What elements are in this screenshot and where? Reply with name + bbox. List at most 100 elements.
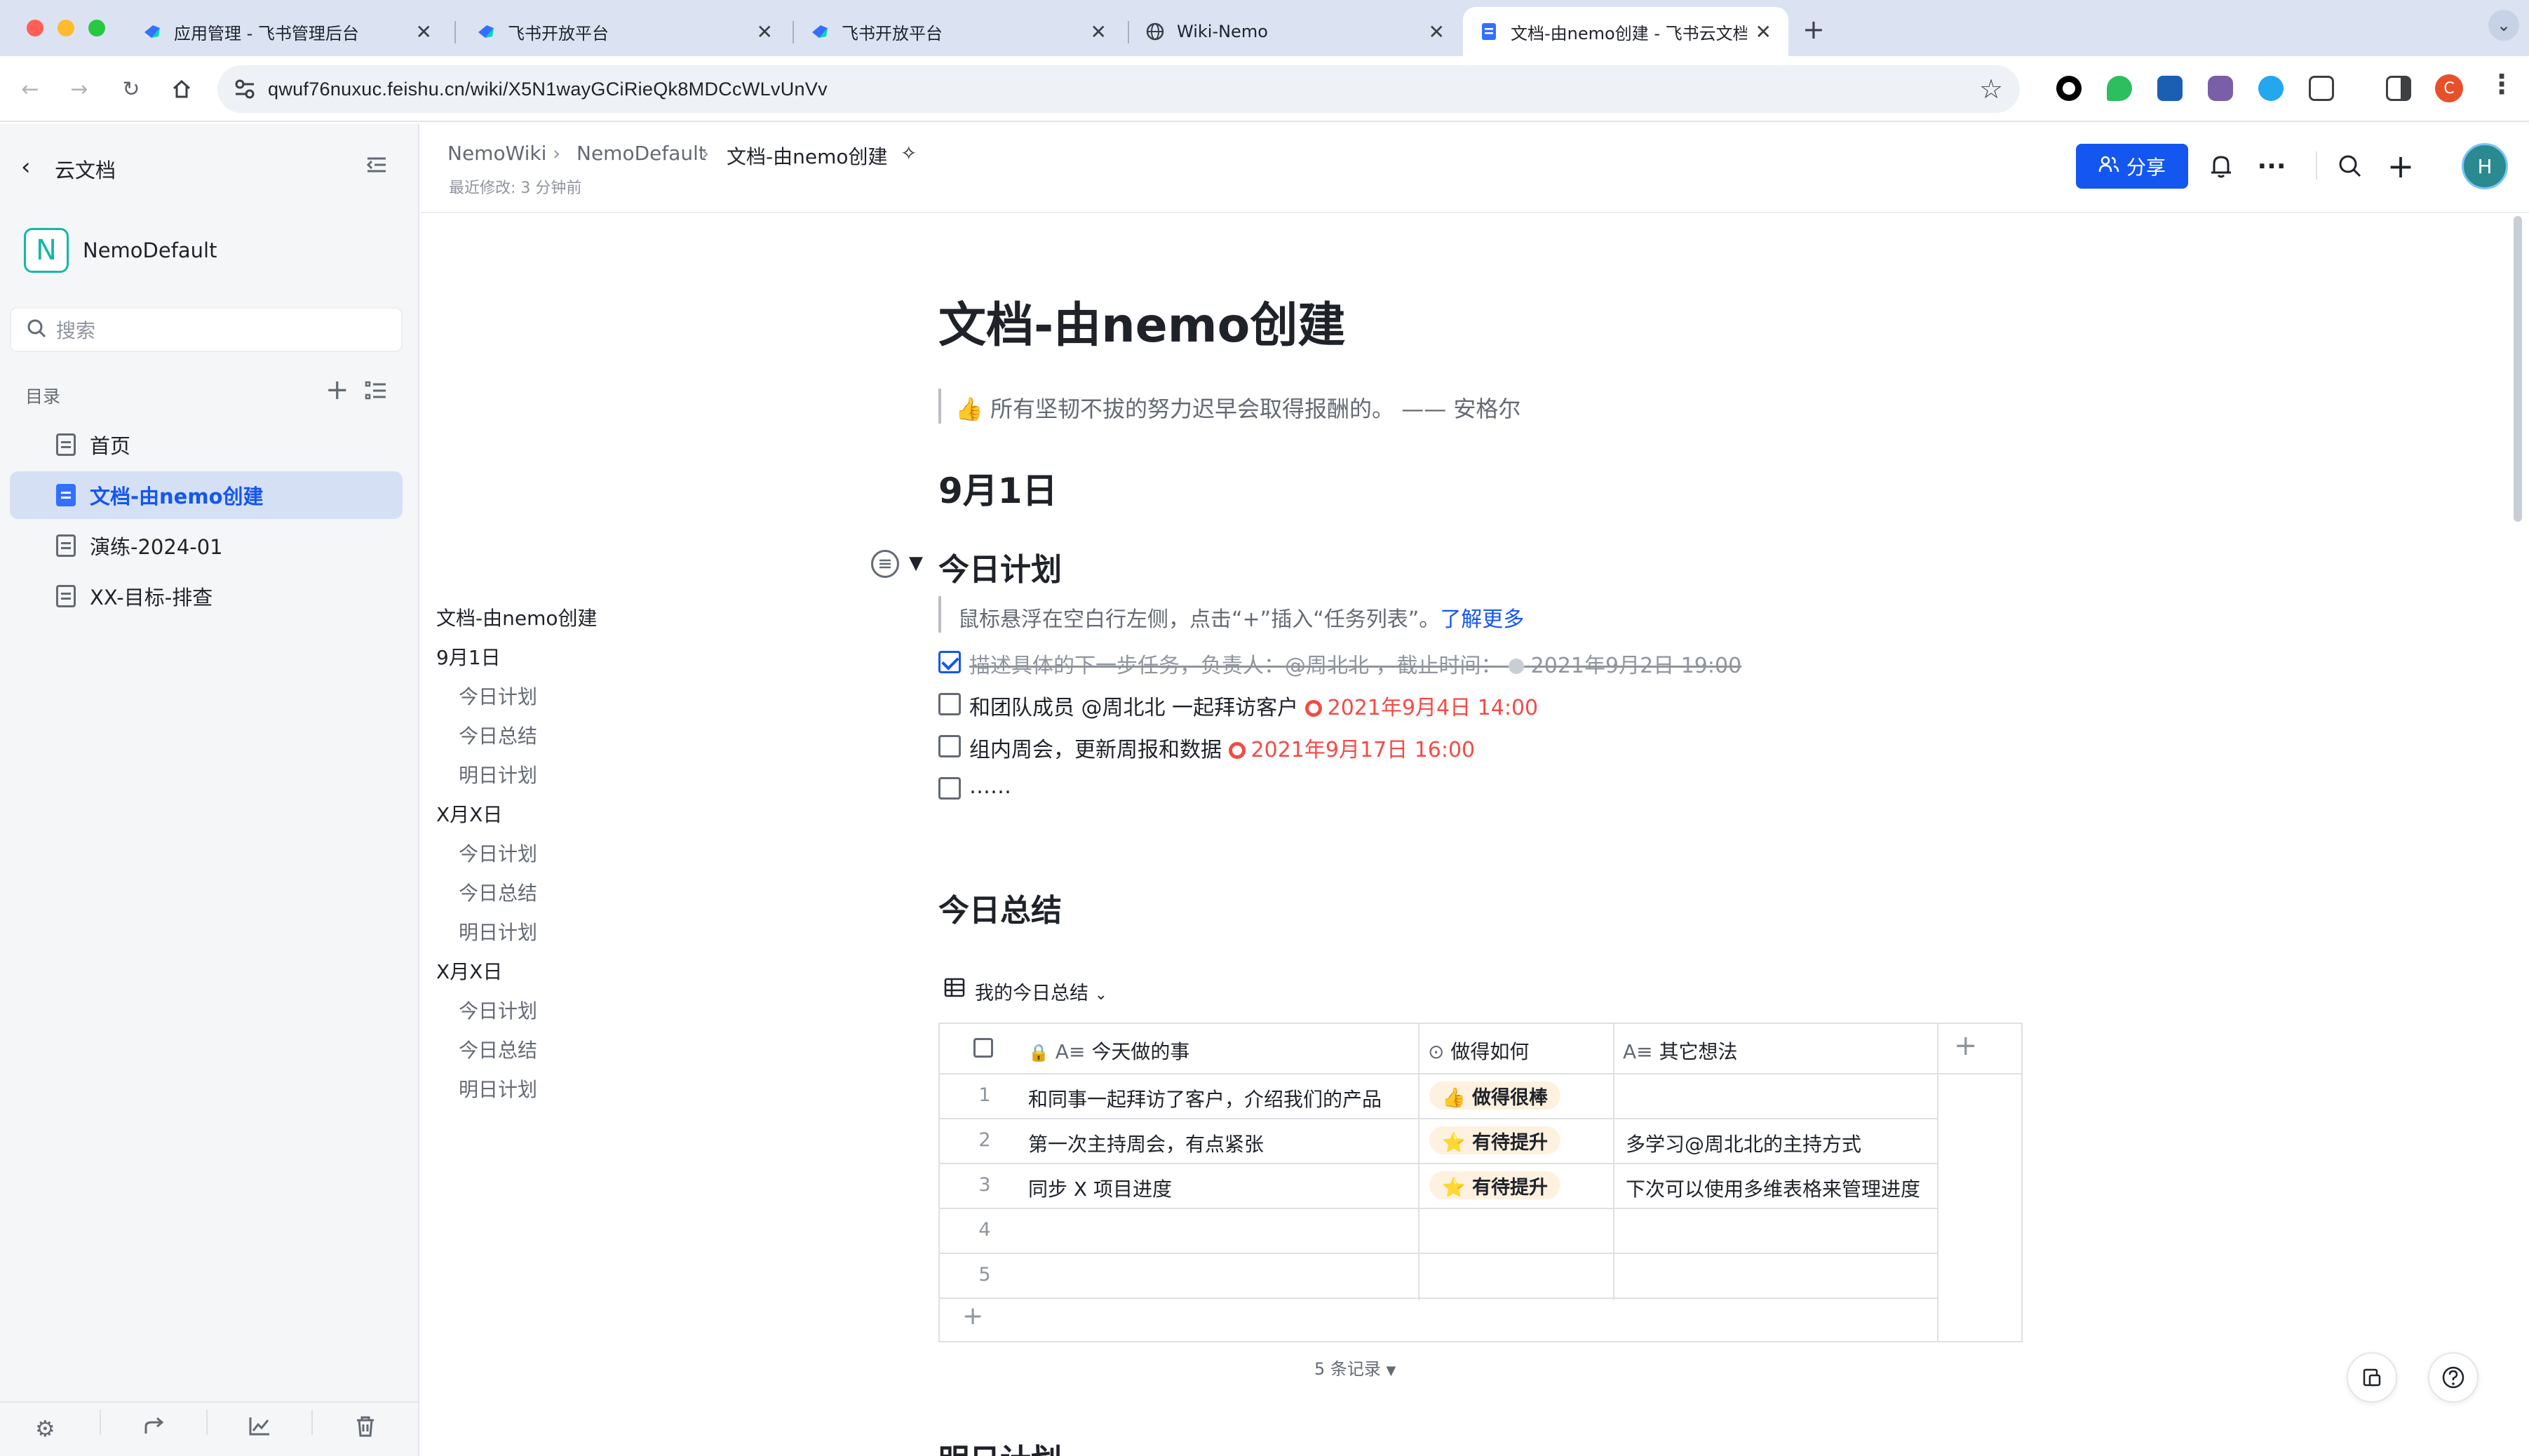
evernote-extension-icon[interactable] xyxy=(2107,76,2132,101)
task-checkbox[interactable] xyxy=(938,693,961,715)
add-row-icon[interactable]: + xyxy=(962,1302,983,1330)
sidebar-item-target[interactable]: XX-目标-排查 xyxy=(10,572,403,620)
collapse-sidebar-icon[interactable] xyxy=(365,153,389,180)
minimize-window-button[interactable] xyxy=(58,20,74,36)
trash-icon[interactable] xyxy=(355,1415,376,1441)
browser-tab[interactable]: Wiki-Nemo ✕ xyxy=(1129,7,1462,56)
share-button[interactable]: 分享 xyxy=(2076,144,2188,189)
bookmark-star-icon[interactable]: ☆ xyxy=(1979,74,2003,105)
pin-icon[interactable]: ✧ xyxy=(901,142,917,165)
space-name[interactable]: NemoDefault xyxy=(83,238,217,262)
breadcrumb-wiki[interactable]: NemoWiki xyxy=(447,142,546,165)
task-text[interactable]: …… xyxy=(969,774,1011,799)
side-panel-icon[interactable] xyxy=(2386,76,2411,101)
help-question-icon[interactable] xyxy=(2428,1352,2479,1403)
notification-bell-icon[interactable] xyxy=(2204,149,2239,184)
table-view-selector[interactable]: 我的今日总结 ⌄ xyxy=(975,978,1107,1005)
doc-info-icon[interactable] xyxy=(2347,1352,2397,1403)
extensions-puzzle-icon[interactable] xyxy=(2309,76,2334,101)
analytics-chart-icon[interactable] xyxy=(248,1415,271,1439)
extension-circle-icon[interactable] xyxy=(2056,76,2082,101)
record-count-selector[interactable]: 5 条记录 ▼ xyxy=(1314,1355,1396,1380)
close-tab-icon[interactable]: ✕ xyxy=(416,20,432,43)
back-chevron-icon[interactable]: ‹ xyxy=(21,153,31,181)
settings-gear-icon[interactable]: ⚙ xyxy=(35,1415,55,1442)
outline-item-h2[interactable]: 明日计划 xyxy=(459,1074,537,1103)
table-cell[interactable]: 多学习@周北北的主持方式 xyxy=(1626,1129,1861,1157)
block-menu-icon[interactable] xyxy=(871,550,899,578)
sidebar-item-drill[interactable]: 演练-2024-01 xyxy=(10,522,403,569)
task-due-date[interactable]: 2021年9月4日 14:00 xyxy=(1304,696,1538,720)
task-checkbox[interactable] xyxy=(938,777,961,800)
back-arrow-icon[interactable]: ← xyxy=(14,73,46,105)
status-tag[interactable]: 👍 做得很棒 xyxy=(1429,1081,1561,1110)
user-avatar[interactable]: H xyxy=(2462,143,2508,189)
task-due-date[interactable]: 2021年9月17日 16:00 xyxy=(1228,738,1475,762)
outline-item-h2[interactable]: 今日总结 xyxy=(459,878,537,906)
site-settings-icon[interactable] xyxy=(234,79,255,102)
doc-quote[interactable]: 👍 所有坚韧不拔的努力迟早会取得报酬的。 —— 安格尔 xyxy=(955,391,1520,424)
task-text[interactable]: 和团队成员 @周北北 一起拜访客户 2021年9月4日 14:00 xyxy=(969,690,1538,721)
plan-heading[interactable]: 今日计划 xyxy=(938,544,1062,589)
outline-item-h1[interactable]: X月X日 xyxy=(436,800,502,828)
zoom-window-button[interactable] xyxy=(88,20,105,36)
browser-tab[interactable]: 飞书开放平台 ✕ xyxy=(794,7,1124,56)
task-text[interactable]: 描述具体的下一步任务，负责人：@周北北 ，截止时间： 2021年9月2日 19:… xyxy=(969,648,1741,679)
date-heading[interactable]: 9月1日 xyxy=(938,463,1058,513)
collapse-triangle-icon[interactable]: ▼ xyxy=(909,553,923,574)
new-tab-button[interactable]: + xyxy=(1802,14,1825,45)
task-text[interactable]: 组内周会，更新周报和数据 2021年9月17日 16:00 xyxy=(969,732,1475,763)
outline-item-h2[interactable]: 今日计划 xyxy=(459,839,537,867)
close-window-button[interactable] xyxy=(27,20,43,36)
browser-tab-active[interactable]: 文档-由nemo创建 - 飞书云文档 ✕ xyxy=(1463,7,1788,56)
close-tab-icon[interactable]: ✕ xyxy=(757,20,773,43)
toc-list-icon[interactable] xyxy=(365,380,387,404)
table-cell[interactable]: 和同事一起拜访了客户，介绍我们的产品 xyxy=(1028,1084,1382,1112)
create-plus-icon[interactable]: + xyxy=(2383,147,2418,185)
profile-avatar[interactable]: C xyxy=(2435,74,2463,102)
table-cell[interactable]: 第一次主持周会，有点紧张 xyxy=(1028,1129,1264,1157)
doc-title[interactable]: 文档-由nemo创建 xyxy=(938,286,1345,356)
sidebar-search-input[interactable]: 搜索 xyxy=(10,307,403,352)
extension-bubble-icon[interactable] xyxy=(2258,76,2284,101)
forward-arrow-icon[interactable]: → xyxy=(63,73,95,105)
outline-item-h2[interactable]: 今日总结 xyxy=(459,1035,537,1063)
outline-item-h2[interactable]: 明日计划 xyxy=(459,760,537,788)
status-tag[interactable]: ⭐ 有待提升 xyxy=(1429,1171,1561,1199)
sidebar-item-current-doc[interactable]: 文档-由nemo创建 xyxy=(10,471,403,519)
browser-tab[interactable]: 飞书开放平台 ✕ xyxy=(460,7,790,56)
task-checkbox[interactable] xyxy=(938,651,961,673)
column-header-how[interactable]: ⊙ 做得如何 xyxy=(1428,1037,1529,1065)
outline-item-h2[interactable]: 今日总结 xyxy=(459,721,537,749)
outline-item-h1[interactable]: X月X日 xyxy=(436,957,502,985)
browser-menu-icon[interactable]: ⋮ xyxy=(2488,69,2515,100)
summary-heading[interactable]: 今日总结 xyxy=(938,885,1062,930)
home-icon[interactable] xyxy=(166,73,198,105)
tomorrow-heading[interactable]: 明日计划 xyxy=(938,1435,1062,1456)
outline-item-h2[interactable]: 今日计划 xyxy=(459,996,537,1024)
outline-item-h2[interactable]: 今日计划 xyxy=(459,682,537,710)
sidebar-item-home[interactable]: 首页 xyxy=(10,421,403,469)
task-checkbox[interactable] xyxy=(938,735,961,757)
select-all-checkbox[interactable] xyxy=(973,1038,993,1058)
reload-icon[interactable]: ↻ xyxy=(115,73,147,105)
column-header-notes[interactable]: A≡ 其它想法 xyxy=(1623,1037,1738,1065)
outline-item-h1[interactable]: 9月1日 xyxy=(436,642,501,670)
extension-mascot-icon[interactable] xyxy=(2208,76,2233,101)
learn-more-link[interactable]: 了解更多 xyxy=(1440,607,1524,632)
breadcrumb-space[interactable]: NemoDefault xyxy=(576,142,706,165)
table-cell[interactable]: 同步 X 项目进度 xyxy=(1028,1174,1172,1202)
close-tab-icon[interactable]: ✕ xyxy=(1091,20,1107,43)
share-arrow-icon[interactable] xyxy=(143,1415,166,1439)
tab-search-chevron-icon[interactable]: ⌄ xyxy=(2488,10,2519,41)
search-icon[interactable] xyxy=(2333,149,2368,184)
extension-box-icon[interactable] xyxy=(2157,76,2183,101)
status-tag[interactable]: ⭐ 有待提升 xyxy=(1429,1126,1561,1154)
more-options-icon[interactable]: ··· xyxy=(2254,149,2289,184)
back-to-docs-link[interactable]: 云文档 xyxy=(55,154,116,184)
outline-item-title[interactable]: 文档-由nemo创建 xyxy=(436,603,597,631)
close-tab-icon[interactable]: ✕ xyxy=(1755,20,1772,43)
table-cell[interactable]: 下次可以使用多维表格来管理进度 xyxy=(1626,1174,1920,1202)
page-scrollbar[interactable] xyxy=(2514,216,2522,522)
outline-item-h2[interactable]: 明日计划 xyxy=(459,917,537,945)
